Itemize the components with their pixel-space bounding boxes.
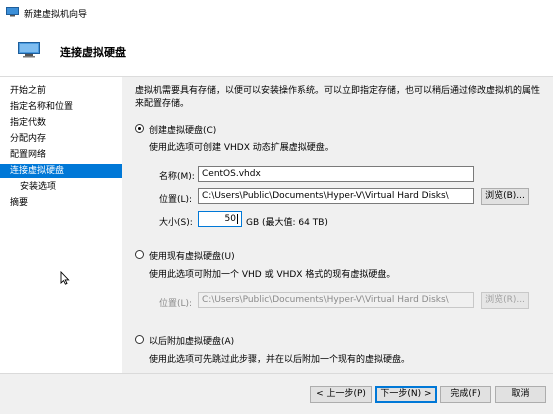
attach-later-label[interactable]: 以后附加虚拟硬盘(A) [149, 334, 234, 347]
vhd-size-input[interactable]: 50 [198, 211, 242, 227]
create-vhd-description: 使用此选项可创建 VHDX 动态扩展虚拟硬盘。 [149, 143, 334, 153]
nav-step-generation[interactable]: 指定代数 [0, 116, 122, 130]
text-caret [237, 213, 238, 224]
nav-step-memory[interactable]: 分配内存 [0, 132, 122, 146]
page-title: 连接虚拟硬盘 [60, 46, 126, 59]
vhd-location-input[interactable]: C:\Users\Public\Documents\Hyper-V\Virtua… [198, 188, 474, 204]
browse-existing-button[interactable]: 浏览(R)... [481, 292, 529, 309]
use-existing-vhd-radio[interactable] [135, 250, 144, 259]
mouse-cursor-icon [60, 270, 70, 285]
cancel-button[interactable]: 取消 [495, 386, 546, 403]
nav-step-name-location[interactable]: 指定名称和位置 [0, 100, 122, 114]
create-vhd-radio[interactable] [135, 124, 144, 133]
use-existing-vhd-label[interactable]: 使用现有虚拟硬盘(U) [149, 249, 235, 262]
virtual-machine-icon [18, 42, 40, 58]
vhd-location-label: 位置(L): [159, 195, 193, 205]
main-content: 虚拟机需要具有存储，以便可以安装操作系统。可以立即指定存储，也可以稍后通过修改虚… [122, 77, 553, 373]
existing-location-label: 位置(L): [159, 299, 193, 309]
nav-step-connect-vhd[interactable]: 连接虚拟硬盘 [0, 164, 122, 178]
vhd-size-label: 大小(S): [159, 218, 193, 228]
attach-later-radio[interactable] [135, 335, 144, 344]
vhd-name-label: 名称(M): [159, 172, 195, 182]
use-existing-vhd-description: 使用此选项可附加一个 VHD 或 VHDX 格式的现有虚拟硬盘。 [149, 270, 396, 280]
nav-step-summary[interactable]: 摘要 [0, 196, 122, 210]
next-button[interactable]: 下一步(N) > [375, 386, 437, 403]
nav-step-network[interactable]: 配置网络 [0, 148, 122, 162]
vhd-size-value: 50 [224, 214, 236, 224]
browse-button[interactable]: 浏览(B)... [481, 188, 529, 205]
new-vm-wizard-window: 新建虚拟机向导 连接虚拟硬盘 开始之前 指定名称和位置 指定代数 分配内存 配置… [0, 0, 553, 414]
previous-button[interactable]: < 上一步(P) [310, 386, 372, 403]
attach-later-description: 使用此选项可先跳过此步骤，并在以后附加一个现有的虚拟硬盘。 [149, 355, 411, 365]
wizard-steps-nav: 开始之前 指定名称和位置 指定代数 分配内存 配置网络 连接虚拟硬盘 安装选项 … [0, 77, 123, 373]
window-title: 新建虚拟机向导 [24, 10, 88, 20]
create-vhd-label[interactable]: 创建虚拟硬盘(C) [149, 123, 216, 136]
vhd-name-input[interactable]: CentOS.vhdx [198, 166, 474, 182]
page-description: 虚拟机需要具有存储，以便可以安装操作系统。可以立即指定存储，也可以稍后通过修改虚… [135, 86, 541, 109]
hyper-v-app-icon [6, 7, 19, 17]
nav-step-before-you-begin[interactable]: 开始之前 [0, 84, 122, 98]
page-header: 连接虚拟硬盘 [0, 26, 553, 77]
vhd-size-unit: GB (最大值: 64 TB) [246, 218, 328, 228]
nav-step-install-options[interactable]: 安装选项 [0, 180, 122, 194]
existing-location-input[interactable]: C:\Users\Public\Documents\Hyper-V\Virtua… [198, 292, 474, 308]
finish-button[interactable]: 完成(F) [440, 386, 491, 403]
wizard-footer: < 上一步(P) 下一步(N) > 完成(F) 取消 [0, 373, 553, 414]
title-bar[interactable]: 新建虚拟机向导 [0, 0, 553, 26]
